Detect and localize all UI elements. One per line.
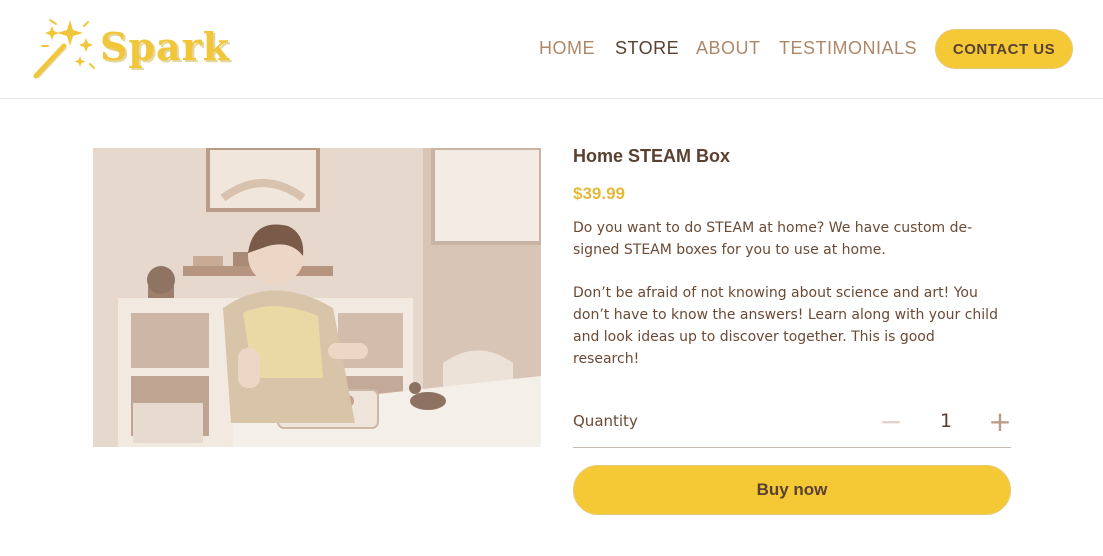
- brand-name: Spark: [100, 24, 230, 69]
- quantity-increase-button[interactable]: +: [987, 408, 1013, 436]
- product-price: $39.99: [573, 184, 625, 203]
- magic-wand-icon: [33, 19, 95, 79]
- product-image: [93, 148, 541, 447]
- nav-testimonials[interactable]: TESTIMONIALS: [779, 38, 917, 59]
- quantity-label: Quantity: [573, 412, 638, 430]
- child-playing-with-toys-photo: [93, 148, 541, 447]
- brand-logo[interactable]: Spark: [30, 16, 230, 82]
- contact-us-button[interactable]: CONTACT US: [935, 29, 1073, 69]
- description-paragraph: Do you want to do STEAM at home? We have…: [573, 220, 973, 258]
- nav-home[interactable]: HOME: [539, 38, 595, 59]
- quantity-row: Quantity − 1 +: [573, 408, 1013, 448]
- nav-about[interactable]: ABOUT: [696, 38, 761, 59]
- description-paragraph: Don’t be afraid of not knowing about sci…: [573, 285, 998, 367]
- quantity-decrease-button[interactable]: −: [878, 408, 904, 436]
- quantity-value[interactable]: 1: [933, 410, 959, 432]
- nav-store[interactable]: STORE: [615, 38, 679, 59]
- buy-now-button[interactable]: Buy now: [573, 465, 1011, 515]
- site-header: Spark HOME STORE ABOUT TESTIMONIALS CONT…: [0, 0, 1103, 99]
- product-description: Do you want to do STEAM at home? We have…: [573, 218, 1003, 371]
- product-title: Home STEAM Box: [573, 146, 731, 166]
